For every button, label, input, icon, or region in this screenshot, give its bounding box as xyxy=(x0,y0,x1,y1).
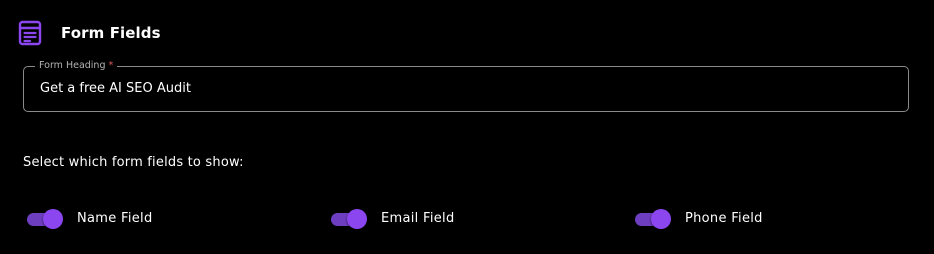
phone-field-label: Phone Field xyxy=(685,211,763,226)
fields-section-label: Select which form fields to show: xyxy=(23,155,244,170)
phone-field-toggle[interactable] xyxy=(633,208,671,230)
form-heading-label: Form Heading * xyxy=(35,60,118,72)
name-field-toggle[interactable] xyxy=(25,208,63,230)
name-field-toggle-row: Name Field xyxy=(25,208,153,230)
toggle-thumb[interactable] xyxy=(43,209,63,229)
name-field-label: Name Field xyxy=(77,211,153,226)
form-heading-label-text: Form Heading xyxy=(39,60,106,71)
section-header: Form Fields xyxy=(18,20,161,46)
toggle-thumb[interactable] xyxy=(651,209,671,229)
email-field-toggle-row: Email Field xyxy=(329,208,455,230)
list-form-icon xyxy=(18,20,42,46)
phone-field-toggle-row: Phone Field xyxy=(633,208,763,230)
email-field-label: Email Field xyxy=(381,211,455,226)
toggle-thumb[interactable] xyxy=(347,209,367,229)
form-heading-input[interactable]: Get a free AI SEO Audit xyxy=(40,81,191,97)
email-field-toggle[interactable] xyxy=(329,208,367,230)
section-title: Form Fields xyxy=(61,24,161,42)
required-marker: * xyxy=(108,60,114,71)
form-heading-field[interactable]: Form Heading * Get a free AI SEO Audit xyxy=(23,60,909,112)
